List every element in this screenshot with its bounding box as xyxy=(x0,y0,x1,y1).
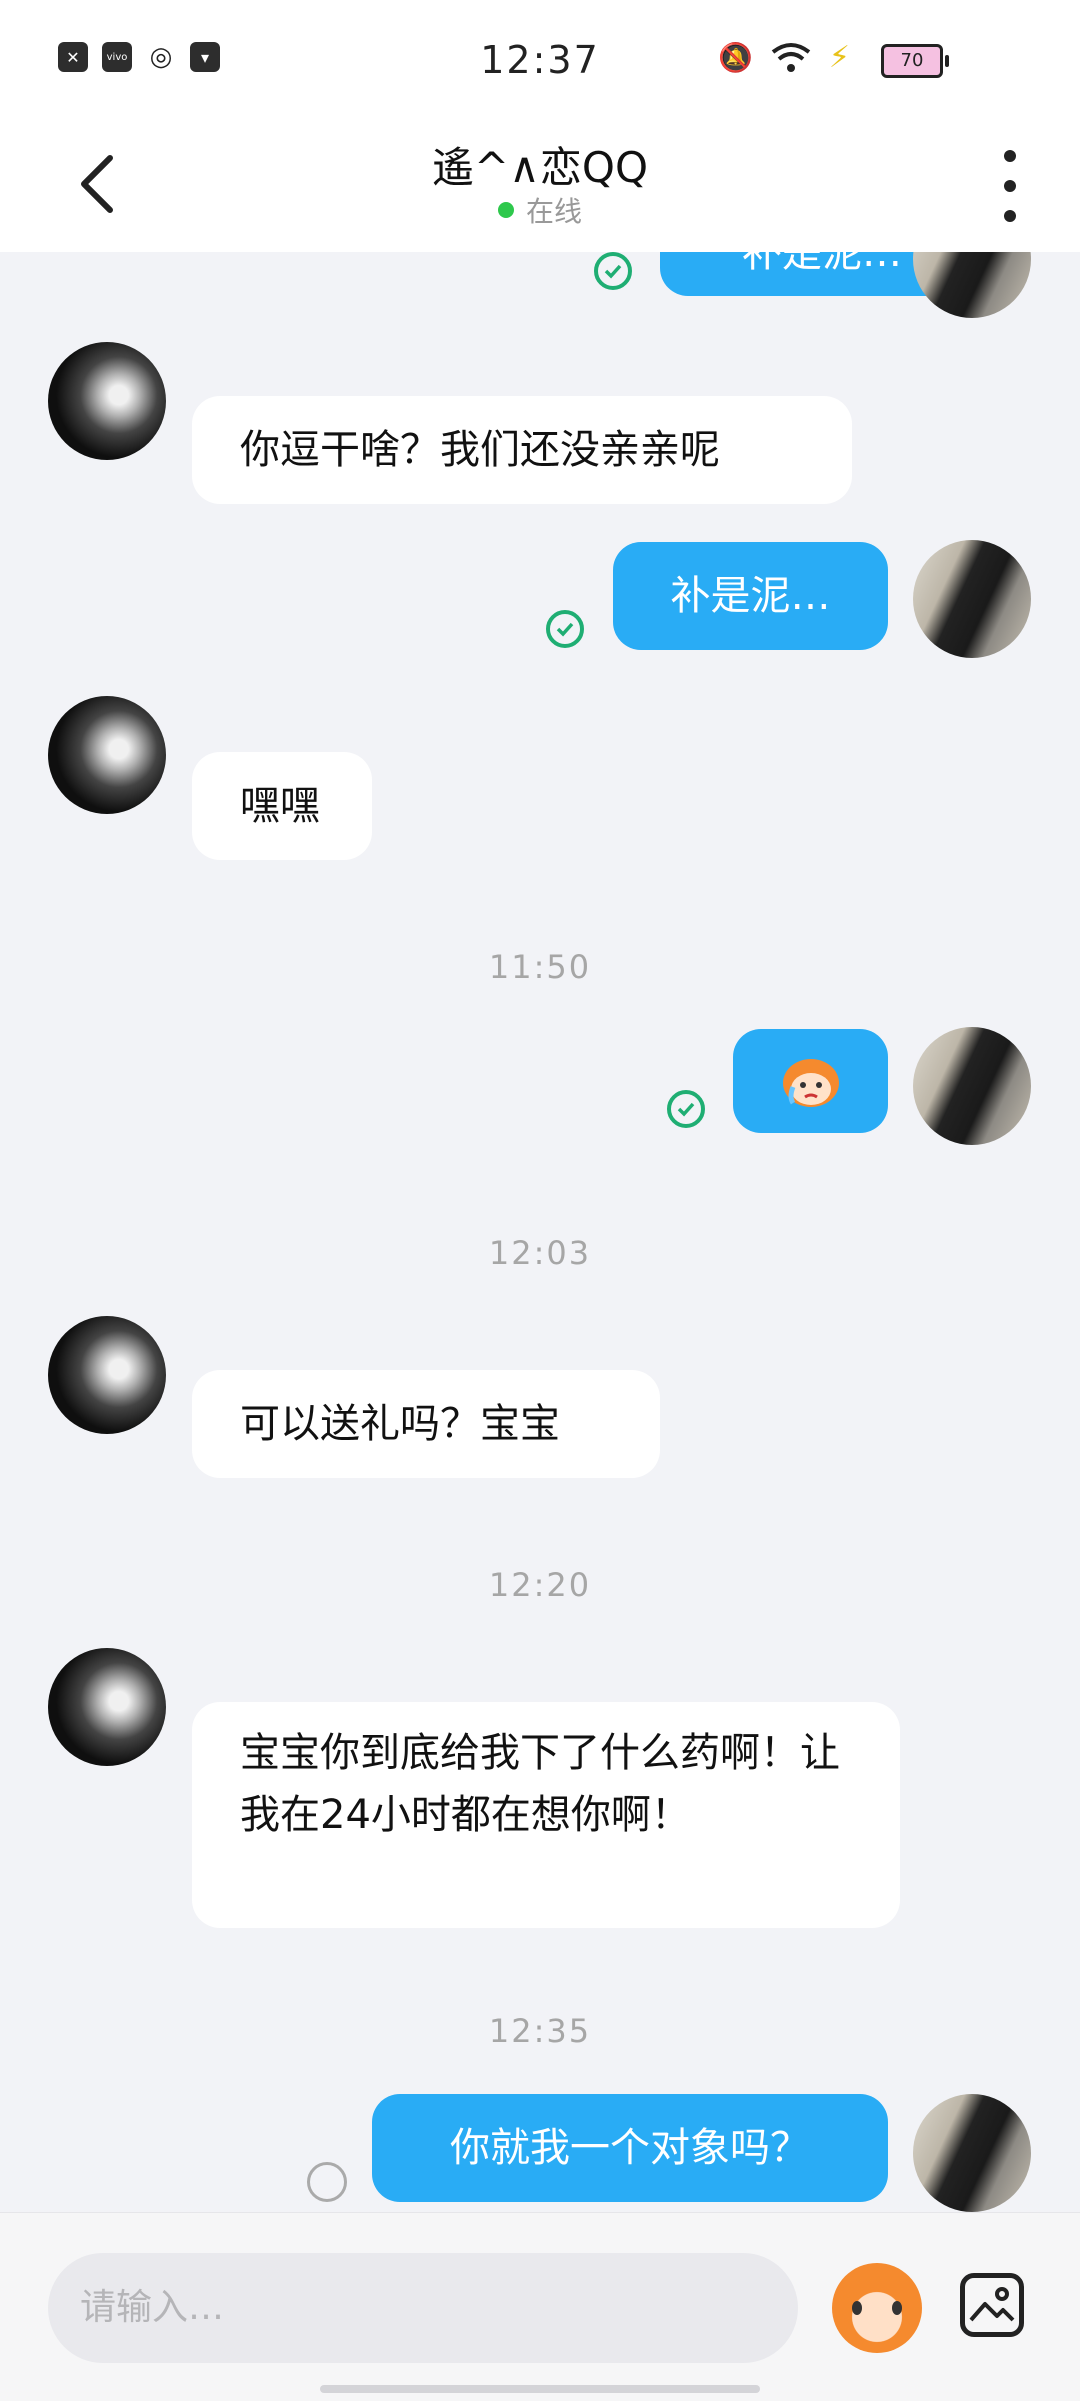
contact-avatar[interactable] xyxy=(48,1316,166,1434)
online-status-label: 在线 xyxy=(525,195,582,228)
sending-indicator-icon xyxy=(307,2162,347,2202)
image-picker-icon[interactable] xyxy=(960,2273,1024,2337)
online-status: 在线 xyxy=(0,190,1080,230)
status-system-icons: 🔕 ⚡ xyxy=(718,40,850,75)
contact-avatar[interactable] xyxy=(48,1648,166,1766)
read-check-icon xyxy=(546,610,584,648)
chat-header: 遙^∧恋QQ 在线 xyxy=(0,120,1080,252)
battery-indicator: 70 xyxy=(881,44,949,78)
message-bubble[interactable]: 宝宝你到底给我下了什么药啊！让我在24小时都在想你啊！ xyxy=(192,1702,900,1928)
timestamp: 12:35 xyxy=(488,2012,592,2050)
my-avatar[interactable] xyxy=(913,252,1031,318)
input-bar: 请输入… xyxy=(0,2212,1080,2401)
timestamp: 12:03 xyxy=(488,1234,592,1272)
emoji-mascot-icon[interactable] xyxy=(832,2263,922,2353)
message-input[interactable]: 请输入… xyxy=(48,2253,798,2363)
message-bubble[interactable]: 嘿嘿 xyxy=(192,752,372,860)
timestamp: 11:50 xyxy=(488,948,592,986)
online-dot-icon xyxy=(497,202,514,218)
more-options-icon[interactable] xyxy=(1000,150,1020,222)
my-avatar[interactable] xyxy=(913,1027,1031,1145)
contact-avatar[interactable] xyxy=(48,696,166,814)
status-bar: ✕ vivo ◎ ▾ 12:37 🔕 ⚡ 70 xyxy=(0,0,1080,120)
my-avatar[interactable] xyxy=(913,540,1031,658)
message-bubble[interactable]: 可以送礼吗？宝宝 xyxy=(192,1370,660,1478)
timestamp: 12:20 xyxy=(488,1566,592,1604)
contact-name: 遙^∧恋QQ xyxy=(431,143,649,192)
message-bubble[interactable]: 你逗干啥？我们还没亲亲呢 xyxy=(192,396,852,504)
contact-avatar[interactable] xyxy=(48,342,166,460)
mute-bell-icon: 🔕 xyxy=(718,41,753,74)
charging-icon: ⚡ xyxy=(828,40,850,75)
read-check-icon xyxy=(594,252,632,290)
crying-mascot-sticker-icon xyxy=(782,1059,839,1107)
sticker-bubble[interactable] xyxy=(733,1029,888,1133)
home-indicator[interactable] xyxy=(320,2385,760,2393)
message-bubble[interactable]: 补是泥… xyxy=(613,542,888,650)
message-bubble[interactable]: 你就我一个对象吗？ xyxy=(372,2094,888,2202)
message-list[interactable]: 补是泥… 你逗干啥？我们还没亲亲呢 补是泥… 嘿嘿 11:50 12:03 可以… xyxy=(0,252,1080,2212)
wifi-icon xyxy=(771,42,811,72)
read-check-icon xyxy=(667,1090,705,1128)
my-avatar[interactable] xyxy=(913,2094,1031,2212)
